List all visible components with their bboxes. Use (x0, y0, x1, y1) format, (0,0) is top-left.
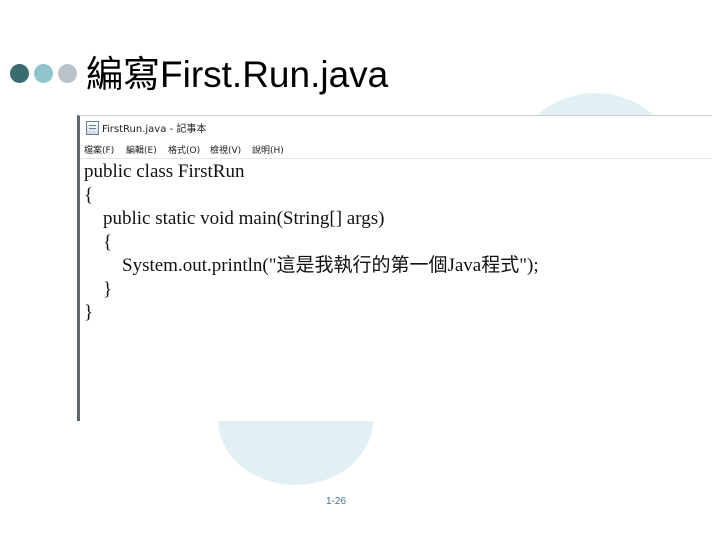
menu-help[interactable]: 說明(H) (252, 143, 284, 156)
notepad-icon (86, 121, 99, 135)
code-line: } (84, 278, 113, 300)
menu-file[interactable]: 檔案(F) (84, 143, 114, 156)
slide-title: 編寫First.Run.java (86, 54, 389, 95)
title-bullet-dots (10, 64, 80, 84)
notepad-screenshot: FirstRun.java - 記事本 檔案(F) 編輯(E) 格式(O) 檢視… (77, 115, 712, 421)
page-number: 1-26 (326, 496, 347, 507)
menu-view[interactable]: 檢視(V) (210, 143, 241, 156)
menu-format[interactable]: 格式(O) (168, 143, 200, 156)
code-line: public class FirstRun (84, 161, 245, 182)
menu-edit[interactable]: 編輯(E) (126, 143, 157, 156)
code-line: { (84, 231, 113, 253)
code-editor[interactable]: public class FirstRun { public static vo… (84, 160, 539, 325)
window-title: FirstRun.java - 記事本 (102, 124, 207, 135)
bullet-dot-gray (58, 64, 77, 83)
bullet-dot-teal (34, 64, 53, 83)
menu-bar: 檔案(F) 編輯(E) 格式(O) 檢視(V) 說明(H) (80, 140, 712, 159)
code-line: { (84, 184, 94, 206)
code-line: System.out.println("這是我執行的第一個Java程式"); (84, 255, 539, 276)
notepad-titlebar: FirstRun.java - 記事本 (80, 116, 712, 138)
code-line: } (84, 302, 94, 323)
bullet-dot-dark (10, 64, 29, 83)
code-line: public static void main(String[] args) (84, 208, 385, 229)
